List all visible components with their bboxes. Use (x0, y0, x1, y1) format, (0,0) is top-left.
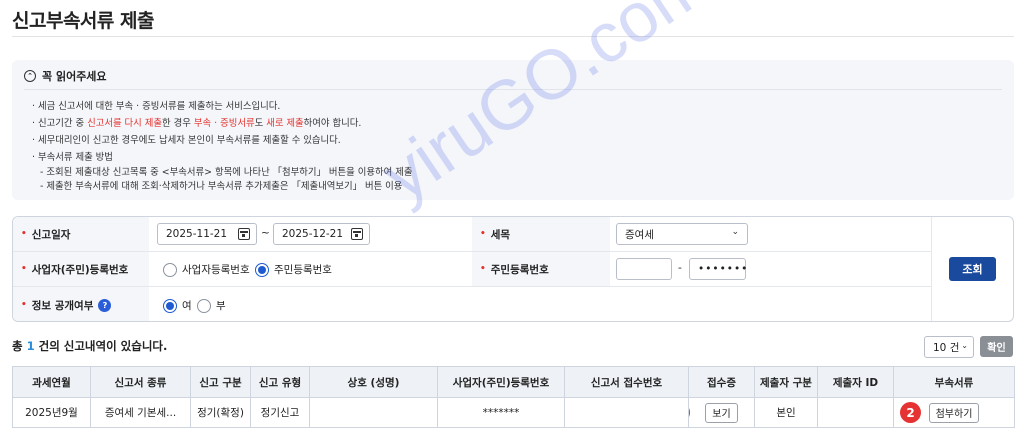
notice-item: · 부속서류 제출 방법 (32, 152, 113, 163)
table-header-row: 과세연월 신고서 종류 신고 구분 신고 유형 상호 (성명) 사업자(주민)등… (12, 366, 1015, 398)
resident-dash: - (678, 262, 682, 274)
radio-circle[interactable] (163, 262, 177, 277)
cell-attachments: 2 첨부하기 (893, 397, 1015, 428)
notice-toggle[interactable]: ⌃ 꼭 읽어주세요 (24, 68, 107, 84)
calendar-icon[interactable] (238, 228, 250, 240)
col-header: 제출자 구분 (754, 366, 818, 398)
notice-divider (24, 89, 1002, 90)
tax-select[interactable]: 증여세 ⌄ (616, 223, 748, 245)
help-icon[interactable]: ? (98, 298, 112, 312)
step-badge-2: 2 (900, 402, 921, 423)
search-row-id: • 사업자(주민)등록번호 사업자등록번호 주민등록번호 • 주민등록번호 - ••… (13, 252, 931, 287)
col-header: 접수증 (688, 366, 755, 398)
chevron-down-icon: ⌄ (731, 227, 739, 237)
cell-category: 정기(확정) (190, 397, 251, 428)
date-to-input[interactable]: 2025-12-21 (273, 223, 370, 245)
cell-type: 증여세 기본세... (90, 397, 191, 428)
notice-item: · 세무대리인이 신고한 경우에도 납세자 본인이 부속서류를 제출할 수 있습… (32, 135, 341, 146)
radio-resident-number[interactable]: 주민등록번호 (255, 262, 332, 277)
cell-filing: 정기신고 (250, 397, 310, 428)
col-header: 신고 유형 (250, 366, 310, 398)
calendar-icon[interactable] (351, 228, 363, 240)
step-badge-1: 1 (689, 402, 690, 423)
date-from-input[interactable]: 2025-11-21 (157, 223, 257, 245)
notice-heading: 꼭 읽어주세요 (42, 70, 107, 83)
page-title: 신고부속서류 제출 (12, 10, 154, 32)
radio-circle-selected[interactable] (163, 298, 177, 313)
date-label: • 신고일자 (13, 217, 149, 251)
table-row: 2025년9월 증여세 기본세... 정기(확정) 정기신고 ******* 1… (12, 397, 1015, 428)
resident-front-input[interactable] (616, 258, 672, 280)
notice-item: · 신고기간 중 신고서를 다시 제출한 경우 부속 · 증빙서류도 새로 제출… (32, 118, 362, 129)
col-header: 신고서 접수번호 (564, 366, 689, 398)
date-separator: ~ (261, 227, 270, 239)
radio-public-no[interactable]: 부 (197, 298, 226, 313)
col-header: 신고 구분 (190, 366, 251, 398)
radio-public-yes[interactable]: 여 (163, 298, 192, 313)
title-divider (12, 36, 1014, 37)
confirm-button[interactable]: 확인 (980, 336, 1013, 357)
view-receipt-button[interactable]: 보기 (705, 402, 738, 423)
radio-biz-number[interactable]: 사업자등록번호 (163, 262, 250, 277)
col-header: 제출자 ID (817, 366, 894, 398)
search-panel: • 신고일자 2025-11-21 ~ 2025-12-21 • 세목 증여세 ⌄ •… (12, 216, 1014, 322)
cell-submitter: 본인 (754, 397, 818, 428)
cell-period: 2025년9월 (12, 397, 91, 428)
search-button[interactable]: 조회 (949, 257, 996, 281)
notice-subitem: - 제출한 부속서류에 대해 조회·삭제하거나 부속서류 추가제출은 「제출내역… (40, 181, 403, 192)
cell-name (309, 397, 438, 428)
col-header: 상호 (성명) (309, 366, 438, 398)
cell-receipt: 1 보기 (688, 397, 755, 428)
results-table: 과세연월 신고서 종류 신고 구분 신고 유형 상호 (성명) 사업자(주민)등… (12, 366, 1015, 428)
attach-button[interactable]: 첨부하기 (928, 402, 980, 423)
notice-body: · 세금 신고서에 대한 부속 · 증빙서류를 제출하는 서비스입니다. · 신… (32, 98, 413, 194)
chevron-down-icon: ⌄ (961, 341, 968, 350)
chevron-up-icon: ⌃ (24, 70, 36, 82)
tax-label: • 세목 (472, 217, 610, 251)
search-row-public: • 정보 공개여부? 여 부 (13, 287, 931, 321)
radio-circle[interactable] (197, 298, 211, 313)
notice-item: · 세금 신고서에 대한 부속 · 증빙서류를 제출하는 서비스입니다. (32, 101, 281, 112)
page-size-select[interactable]: 10 건 ⌄ (924, 336, 974, 358)
col-header: 과세연월 (12, 366, 91, 398)
col-header: 사업자(주민)등록번호 (437, 366, 565, 398)
search-row-date: • 신고일자 2025-11-21 ~ 2025-12-21 • 세목 증여세 ⌄ (13, 217, 931, 252)
radio-circle-selected[interactable] (255, 262, 269, 277)
cell-receipt-no (564, 397, 689, 428)
public-label: • 정보 공개여부? (13, 287, 149, 321)
resident-label: • 주민등록번호 (472, 252, 610, 286)
result-count: 총 1 건의 신고내역이 있습니다. (12, 339, 168, 353)
col-header: 부속서류 (893, 366, 1015, 398)
id-label: • 사업자(주민)등록번호 (13, 252, 149, 286)
col-header: 신고서 종류 (90, 366, 191, 398)
cell-submitter-id (817, 397, 894, 428)
search-divider (931, 217, 932, 321)
notice-subitem: - 조회된 제출대상 신고목록 중 <부속서류> 항목에 나타난 「첨부하기」 … (40, 167, 413, 178)
notice-box: ⌃ 꼭 읽어주세요 · 세금 신고서에 대한 부속 · 증빙서류를 제출하는 서… (12, 60, 1014, 200)
resident-back-input[interactable]: ••••••• (689, 258, 747, 280)
cell-regno: ******* (437, 397, 565, 428)
